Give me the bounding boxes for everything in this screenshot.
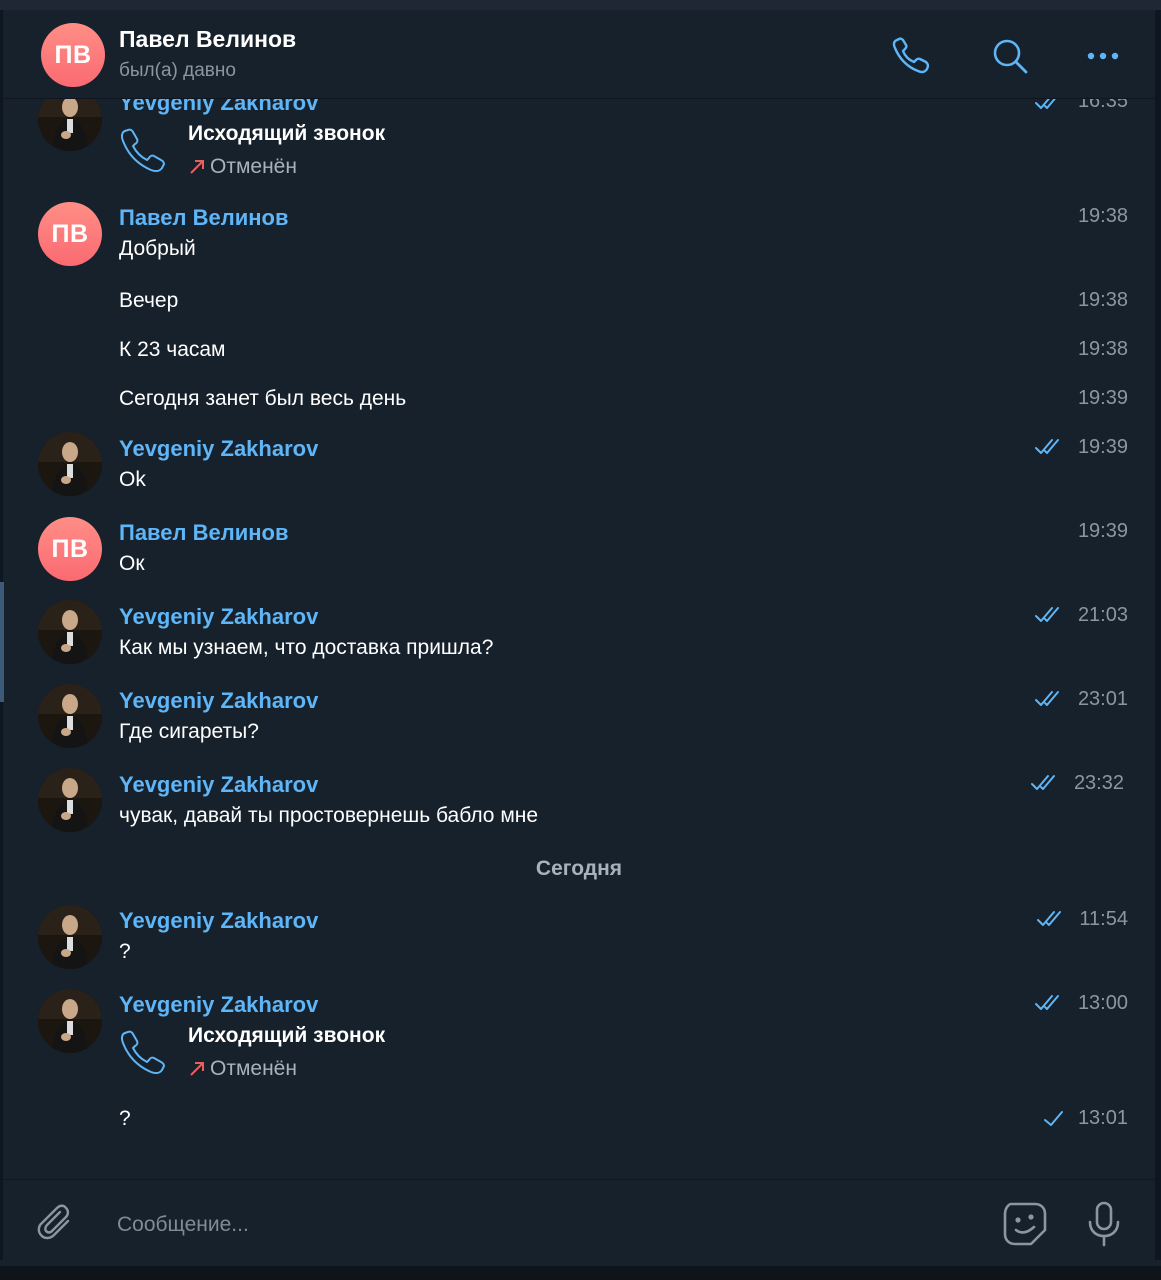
message-time: 19:38 xyxy=(1077,338,1128,360)
day-separator: Сегодня xyxy=(535,857,623,880)
search-icon[interactable] xyxy=(988,34,1032,78)
message-text: К 23 часам xyxy=(119,338,226,361)
message-sender[interactable]: Yevgeniy Zakharov xyxy=(119,604,318,630)
call-title: Исходящий звонок xyxy=(188,122,386,145)
sticker-icon[interactable] xyxy=(999,1198,1051,1250)
contact-avatar[interactable]: ПВ xyxy=(38,517,102,581)
message-text: Ок xyxy=(119,552,145,575)
message-time: 19:39 xyxy=(1077,520,1128,542)
call-status: Отменён xyxy=(188,1057,297,1081)
message-time: 19:39 xyxy=(1077,436,1128,458)
double-check-icon xyxy=(1035,607,1059,622)
window-bottom-strip xyxy=(0,1266,1161,1280)
call-title: Исходящий звонок xyxy=(188,1024,386,1047)
chat-header: ПВ Павел Велинов был(а) давно xyxy=(3,10,1155,99)
phone-call-icon[interactable] xyxy=(119,127,169,175)
header-avatar[interactable]: ПВ xyxy=(41,23,105,87)
message-time: 19:39 xyxy=(1077,387,1128,409)
message-sender[interactable]: Yevgeniy Zakharov xyxy=(119,772,318,798)
message-time: 23:32 xyxy=(1073,772,1124,794)
message-time: 21:03 xyxy=(1077,604,1128,626)
message-time: 13:01 xyxy=(1077,1107,1128,1129)
message-text: ? xyxy=(119,1107,131,1130)
call-status-label: Отменён xyxy=(210,155,297,178)
call-status-label: Отменён xyxy=(210,1057,297,1080)
message-text: Вечер xyxy=(119,289,179,312)
microphone-icon[interactable] xyxy=(1081,1198,1127,1250)
double-check-icon xyxy=(1035,439,1059,454)
phone-icon[interactable] xyxy=(889,34,933,78)
message-sender[interactable]: Yevgeniy Zakharov xyxy=(119,908,318,934)
message-sender[interactable]: Yevgeniy Zakharov xyxy=(119,992,318,1018)
message-time: 19:38 xyxy=(1077,289,1128,311)
contact-avatar[interactable]: ПВ xyxy=(38,202,102,266)
message-input[interactable] xyxy=(115,1208,969,1242)
message-sender[interactable]: Yevgeniy Zakharov xyxy=(119,688,318,714)
double-check-icon xyxy=(1035,691,1059,706)
call-status: Отменён xyxy=(188,155,297,179)
outgoing-arrow-icon xyxy=(190,160,204,174)
message-sender[interactable]: Yevgeniy Zakharov xyxy=(119,436,318,462)
message-time: 23:01 xyxy=(1077,688,1128,710)
message-sender[interactable]: Павел Велинов xyxy=(119,205,288,231)
message-text: Сегодня занет был весь день xyxy=(119,387,407,410)
window-right-edge xyxy=(1155,10,1161,1260)
message-text: ? xyxy=(119,940,131,963)
attach-icon[interactable] xyxy=(33,1200,81,1248)
user-avatar-photo[interactable] xyxy=(38,684,102,748)
message-time: 19:38 xyxy=(1077,205,1128,227)
double-check-icon xyxy=(1037,911,1061,926)
message-text: Где сигареты? xyxy=(119,720,259,743)
message-time: 11:54 xyxy=(1079,908,1128,930)
message-time: 13:00 xyxy=(1077,992,1128,1014)
message-text: Как мы узнаем, что доставка пришла? xyxy=(119,636,494,659)
user-avatar-photo[interactable] xyxy=(38,768,102,832)
double-check-icon xyxy=(1035,995,1059,1010)
chat-status: был(а) давно xyxy=(119,60,236,81)
user-avatar-photo[interactable] xyxy=(38,989,102,1053)
chat-title[interactable]: Павел Велинов xyxy=(119,26,296,53)
double-check-icon xyxy=(1031,775,1055,790)
message-sender[interactable]: Павел Велинов xyxy=(119,520,288,546)
message-text: Добрый xyxy=(119,237,196,260)
message-composer xyxy=(3,1179,1155,1267)
user-avatar-photo[interactable] xyxy=(38,432,102,496)
phone-call-icon[interactable] xyxy=(119,1029,169,1077)
more-icon[interactable] xyxy=(1081,34,1125,78)
user-avatar-photo[interactable] xyxy=(38,600,102,664)
outgoing-arrow-icon xyxy=(190,1062,204,1076)
chat-history[interactable]: Yevgeniy Zakharov 16:35 Исходящий звонок… xyxy=(3,0,1155,1178)
single-check-icon xyxy=(1044,1111,1063,1126)
message-text: Ok xyxy=(119,468,146,491)
message-text: чувак, давай ты простовернешь бабло мне xyxy=(119,804,539,827)
user-avatar-photo[interactable] xyxy=(38,905,102,969)
